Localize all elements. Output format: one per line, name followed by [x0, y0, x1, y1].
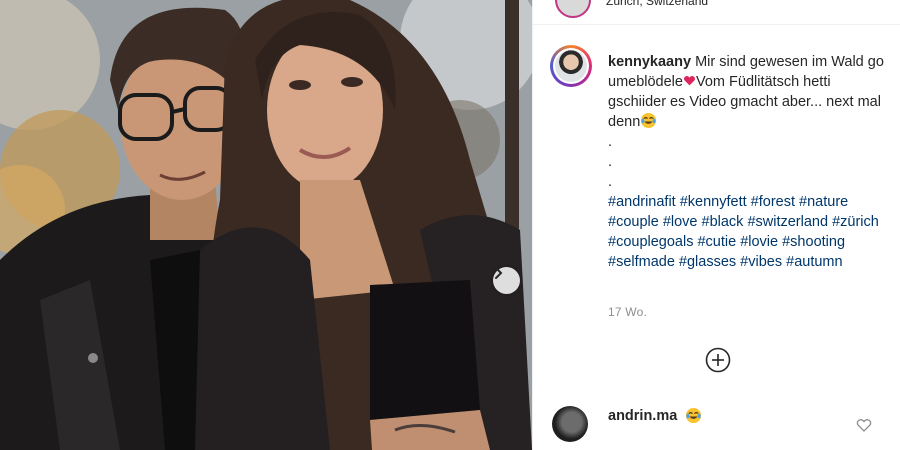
- post-caption: kennykaany Mir sind gewesen im Wald go u…: [608, 52, 888, 272]
- caption-username[interactable]: kennykaany: [608, 54, 691, 70]
- post-header: Zürich, Switzerland: [533, 0, 900, 25]
- avatar-picture: [555, 50, 587, 82]
- red-heart-emoji-icon: [683, 76, 696, 86]
- header-avatar[interactable]: [555, 0, 591, 18]
- caption-hashtags[interactable]: #andrinafit #kennyfett #forest #nature #…: [608, 194, 879, 270]
- comment-avatar[interactable]: [552, 406, 588, 442]
- caption-dot: .: [608, 134, 613, 150]
- chevron-right-icon: [495, 267, 503, 279]
- comment-username[interactable]: andrin.ma: [608, 408, 677, 424]
- couple-photo-illustration: [0, 0, 532, 450]
- post-timestamp[interactable]: 17 Wo.: [608, 305, 647, 319]
- plus-circle-icon[interactable]: [705, 347, 731, 373]
- post-photo[interactable]: [0, 0, 532, 450]
- caption-dot: .: [608, 154, 613, 170]
- tears-of-joy-emoji-icon: [685, 407, 702, 424]
- caption-user-avatar[interactable]: [550, 45, 592, 87]
- next-photo-button[interactable]: [493, 267, 520, 294]
- comments-panel: Zürich, Switzerland kennykaany Mir sind …: [532, 0, 900, 450]
- heart-outline-icon[interactable]: [856, 417, 872, 433]
- tears-of-joy-emoji-icon: [641, 112, 657, 129]
- post-location[interactable]: Zürich, Switzerland: [606, 0, 708, 8]
- caption-dot: .: [608, 174, 613, 190]
